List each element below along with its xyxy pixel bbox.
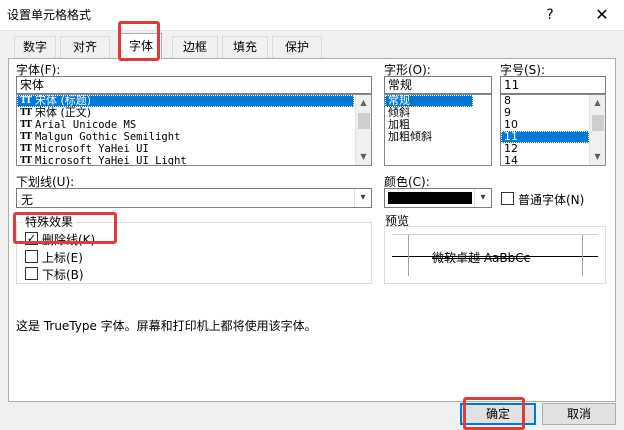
size-input[interactable]: 11 (500, 76, 606, 94)
subscript-checkbox[interactable] (25, 267, 38, 280)
highlight-box (118, 21, 160, 61)
preview-sample: 微软卓越 AaBbCc (432, 251, 531, 265)
preview-left-guide (408, 234, 409, 276)
superscript-checkbox[interactable] (25, 250, 38, 263)
color-swatch (388, 192, 472, 204)
scroll-thumb[interactable] (358, 113, 370, 129)
truetype-icon: TT (20, 96, 32, 106)
normal-font-label: 普通字体(N) (518, 193, 585, 207)
info-text: 这是 TrueType 字体。屏幕和打印机上都将使用该字体。 (16, 319, 317, 333)
underline-select[interactable]: 无 ▾ (16, 188, 372, 208)
truetype-icon: TT (20, 120, 32, 130)
title-bar (0, 0, 624, 30)
scroll-down-icon[interactable]: ▼ (356, 149, 371, 165)
tab-border[interactable]: 边框 (172, 36, 218, 58)
font-input[interactable]: 宋体 (16, 76, 372, 94)
list-item[interactable]: TT 宋体 (正文) (17, 107, 371, 119)
highlight-box (13, 212, 117, 244)
truetype-icon: TT (20, 144, 32, 154)
close-button[interactable]: ✕ (582, 2, 622, 28)
list-item[interactable]: 倾斜 (385, 107, 491, 119)
tab-number[interactable]: 数字 (14, 36, 56, 58)
list-item[interactable]: TT Arial Unicode MS (17, 119, 371, 131)
list-item[interactable]: TT Microsoft YaHei UI Light (17, 155, 371, 166)
scroll-up-icon[interactable]: ▲ (590, 95, 605, 111)
scroll-thumb[interactable] (592, 115, 604, 131)
truetype-icon: TT (20, 156, 32, 166)
list-item[interactable]: TT Malgun Gothic Semilight (17, 131, 371, 143)
size-list-scrollbar[interactable]: ▲ ▼ (589, 95, 605, 165)
list-item[interactable]: 加粗倾斜 (385, 131, 491, 143)
preview-top-line (392, 234, 598, 235)
tab-protection[interactable]: 保护 (272, 36, 322, 58)
superscript-label: 上标(E) (42, 251, 83, 265)
font-list-scrollbar[interactable]: ▲ ▼ (355, 95, 371, 165)
list-item[interactable]: TT 宋体 (标题) (17, 95, 354, 107)
tab-fill[interactable]: 填充 (222, 36, 268, 58)
list-item[interactable]: 加粗 (385, 119, 491, 131)
truetype-icon: TT (20, 108, 32, 118)
highlight-box (463, 397, 525, 430)
dialog-title: 设置单元格格式 (7, 8, 92, 22)
tab-alignment[interactable]: 对齐 (60, 36, 110, 58)
scroll-down-icon[interactable]: ▼ (590, 149, 605, 165)
cancel-button[interactable]: 取消 (542, 403, 616, 425)
font-list[interactable]: TT 宋体 (标题) TT 宋体 (正文) TT Arial Unicode MS T… (16, 94, 372, 166)
list-item[interactable]: 常规 (385, 95, 473, 107)
color-select[interactable]: ▾ (384, 188, 492, 208)
underline-value: 无 (21, 193, 34, 207)
subscript-label: 下标(B) (42, 268, 84, 282)
normal-font-checkbox[interactable] (501, 192, 514, 205)
help-button[interactable]: ? (538, 4, 562, 26)
style-list[interactable]: 常规 倾斜 加粗 加粗倾斜 (384, 94, 492, 166)
preview-right-guide (582, 234, 583, 276)
chevron-down-icon[interactable]: ▾ (474, 189, 491, 207)
list-item[interactable]: 11 (501, 131, 589, 143)
list-item[interactable]: TT Microsoft YaHei UI (17, 143, 371, 155)
chevron-down-icon[interactable]: ▾ (354, 189, 371, 207)
truetype-icon: TT (20, 132, 32, 142)
scroll-up-icon[interactable]: ▲ (356, 95, 371, 111)
style-input[interactable]: 常规 (384, 76, 492, 94)
